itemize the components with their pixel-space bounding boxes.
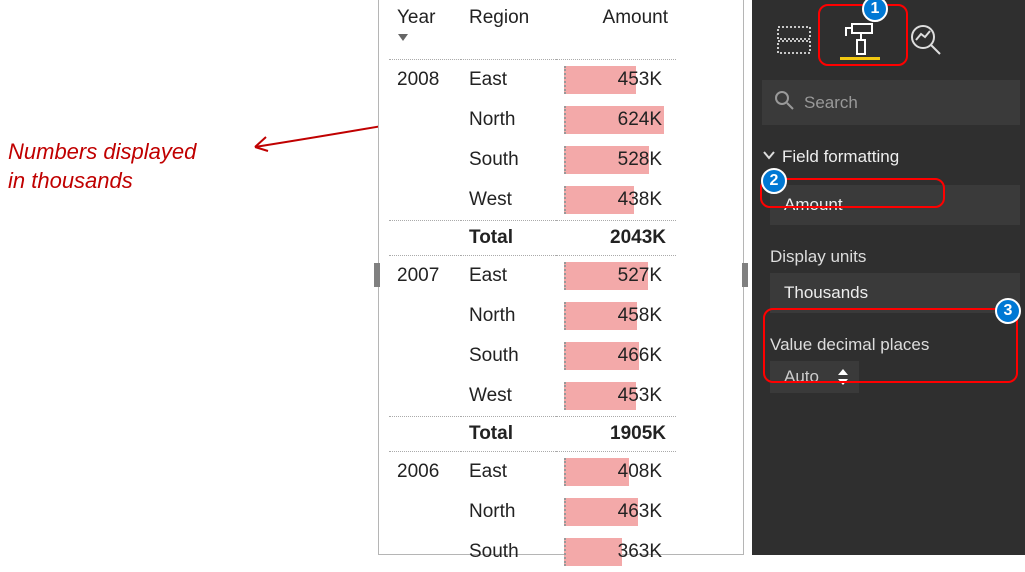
amount-cell: 408K xyxy=(556,452,676,493)
year-cell xyxy=(389,140,461,180)
year-cell xyxy=(389,376,461,417)
amount-cell: 458K xyxy=(556,296,676,336)
year-cell xyxy=(389,532,461,572)
display-units-label: Display units xyxy=(770,243,1020,273)
amount-cell: 438K xyxy=(556,180,676,221)
region-cell: East xyxy=(461,60,556,101)
region-cell: South xyxy=(461,532,556,572)
decimal-places-stepper[interactable]: Auto xyxy=(770,361,859,393)
year-cell xyxy=(389,180,461,221)
pane-tabs xyxy=(752,0,1025,70)
region-cell: South xyxy=(461,140,556,180)
resize-handle-left[interactable] xyxy=(374,263,380,287)
table-row[interactable]: South363K xyxy=(389,532,676,572)
search-box[interactable] xyxy=(762,80,1020,125)
total-row[interactable]: Total1905K xyxy=(389,417,676,452)
chevron-down-icon xyxy=(762,147,776,167)
display-units-value: Thousands xyxy=(784,283,868,302)
annotation-line2: in thousands xyxy=(8,168,133,193)
table-row[interactable]: 2008East453K xyxy=(389,60,676,101)
amount-header-label: Amount xyxy=(603,7,668,28)
column-header-region[interactable]: Region xyxy=(461,1,556,60)
year-cell xyxy=(389,336,461,376)
amount-cell: 466K xyxy=(556,336,676,376)
table-row[interactable]: North624K xyxy=(389,100,676,140)
amount-cell: 453K xyxy=(556,376,676,417)
region-cell: West xyxy=(461,180,556,221)
amount-cell: 363K xyxy=(556,532,676,572)
year-header-label: Year xyxy=(397,7,435,28)
search-icon xyxy=(774,90,794,115)
fields-tab-icon[interactable] xyxy=(774,20,814,60)
total-label: Total xyxy=(461,417,556,452)
region-header-label: Region xyxy=(469,7,529,28)
year-cell: 2006 xyxy=(389,452,461,493)
year-cell: 2008 xyxy=(389,60,461,101)
display-units-dropdown[interactable]: Thousands xyxy=(770,273,1020,313)
table-row[interactable]: 2006East408K xyxy=(389,452,676,493)
amount-cell: 463K xyxy=(556,492,676,532)
format-pane: Field formatting Amount Display units Th… xyxy=(752,0,1025,555)
column-header-year[interactable]: Year xyxy=(389,1,461,60)
region-cell: North xyxy=(461,100,556,140)
sort-desc-icon[interactable] xyxy=(397,27,453,49)
region-cell: North xyxy=(461,492,556,532)
analytics-tab-icon[interactable] xyxy=(906,20,946,60)
matrix-visual[interactable]: Year Region Amount 2008East453KNorth624K… xyxy=(378,0,744,555)
field-selector-value: Amount xyxy=(784,195,843,214)
table-row[interactable]: West453K xyxy=(389,376,676,417)
decimal-places-label: Value decimal places xyxy=(770,331,1020,361)
total-amount: 1905K xyxy=(556,417,676,452)
table-row[interactable]: South528K xyxy=(389,140,676,180)
amount-cell: 624K xyxy=(556,100,676,140)
region-cell: North xyxy=(461,296,556,336)
callout-badge-2: 2 xyxy=(761,168,787,194)
region-cell: East xyxy=(461,256,556,297)
region-cell: West xyxy=(461,376,556,417)
year-cell: 2007 xyxy=(389,256,461,297)
display-units-group: Display units Thousands xyxy=(770,243,1020,313)
year-cell xyxy=(389,100,461,140)
year-cell xyxy=(389,492,461,532)
column-header-amount[interactable]: Amount xyxy=(556,1,676,60)
table-row[interactable]: South466K xyxy=(389,336,676,376)
table-row[interactable]: 2007East527K xyxy=(389,256,676,297)
decimal-places-group: Value decimal places Auto xyxy=(770,331,1020,393)
year-cell xyxy=(389,296,461,336)
table-row[interactable]: West438K xyxy=(389,180,676,221)
total-amount: 2043K xyxy=(556,221,676,256)
format-tab-icon[interactable] xyxy=(840,20,880,60)
total-label: Total xyxy=(461,221,556,256)
amount-cell: 527K xyxy=(556,256,676,297)
section-field-formatting[interactable]: Field formatting xyxy=(752,139,1025,175)
table-row[interactable]: North458K xyxy=(389,296,676,336)
annotation-label: Numbers displayed in thousands xyxy=(8,138,196,195)
amount-cell: 453K xyxy=(556,60,676,101)
callout-badge-3: 3 xyxy=(995,298,1021,324)
decimal-places-value: Auto xyxy=(784,367,819,387)
section-title-label: Field formatting xyxy=(782,147,899,167)
resize-handle-right[interactable] xyxy=(742,263,748,287)
table-row[interactable]: North463K xyxy=(389,492,676,532)
stepper-arrows-icon[interactable] xyxy=(837,368,849,386)
search-input[interactable] xyxy=(804,93,1025,113)
annotation-line1: Numbers displayed xyxy=(8,139,196,164)
region-cell: South xyxy=(461,336,556,376)
amount-cell: 528K xyxy=(556,140,676,180)
region-cell: East xyxy=(461,452,556,493)
matrix-table: Year Region Amount 2008East453KNorth624K… xyxy=(389,1,676,572)
total-row[interactable]: Total2043K xyxy=(389,221,676,256)
field-selector[interactable]: Amount xyxy=(770,185,1020,225)
